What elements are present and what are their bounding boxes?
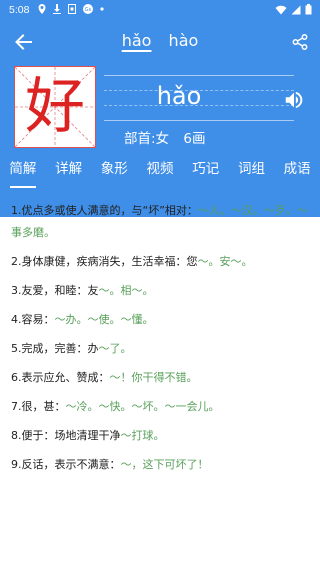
definition-item: 6.表示应允、赞成：～！你干得不错。 <box>11 367 311 389</box>
dot-icon <box>100 7 104 11</box>
pinyin-large: hǎo <box>156 82 202 110</box>
pinyin-switcher: hǎo hào <box>0 31 320 50</box>
definition-examples: ～。安～。 <box>197 255 253 268</box>
download-icon <box>53 4 61 14</box>
vpn-icon: Gs <box>83 4 93 14</box>
radical-label: 部首:女 <box>124 131 170 147</box>
definition-text: 3.友爱，和睦：友 <box>11 284 99 297</box>
pinyin-tab-hao4[interactable]: hào <box>169 31 199 50</box>
definition-text: 8.便于：场地清理干净 <box>11 429 121 442</box>
share-icon[interactable] <box>291 33 309 51</box>
status-icons: Gs <box>37 3 105 15</box>
definition-examples: ～冷。～快。～坏。～一会儿。 <box>65 400 220 413</box>
tab-jianjie[interactable]: 简解 <box>0 154 46 188</box>
battery-icon <box>305 4 312 15</box>
svg-text:Gs: Gs <box>85 7 92 13</box>
section-tabs: 简解 详解 象形 视频 巧记 词组 成语 <box>0 154 320 188</box>
tab-xiangxing[interactable]: 象形 <box>91 154 137 188</box>
tab-chengyu[interactable]: 成语 <box>274 154 320 188</box>
status-bar: 5:08 Gs <box>0 0 320 20</box>
character-header: hǎo hào 好 hǎo 部首:女 6画 简解 详解 象形 视频 巧记 词组 … <box>0 20 320 217</box>
character-glyph: 好 <box>25 72 85 142</box>
tab-qiaoji[interactable]: 巧记 <box>183 154 229 188</box>
tab-cizu[interactable]: 词组 <box>229 154 275 188</box>
definition-examples: ～了。 <box>98 342 132 355</box>
tab-xiangjie[interactable]: 详解 <box>46 154 92 188</box>
sim-icon <box>68 4 76 14</box>
definition-item: 2.身体康健，疾病消失，生活幸福：您～。安～。 <box>11 251 311 273</box>
definition-list: 1.优点多或使人满意的，与“坏”相对：～人。～汉。～歹。～事多磨。 2.身体康健… <box>11 200 311 483</box>
definition-item: 7.很，甚：～冷。～快。～坏。～一会儿。 <box>11 396 311 418</box>
signal-icon <box>291 5 301 14</box>
definition-text: 4.容易： <box>11 313 55 326</box>
definition-examples: ～。相～。 <box>98 284 154 297</box>
character-grid-box: 好 <box>14 66 96 148</box>
status-time: 5:08 <box>9 4 30 16</box>
definition-text: 7.很，甚： <box>11 400 66 413</box>
strokes-label: 6画 <box>183 131 206 147</box>
tab-shipin[interactable]: 视频 <box>137 154 183 188</box>
wifi-icon <box>275 5 287 14</box>
definition-item: 4.容易：～办。～使。～懂。 <box>11 309 311 331</box>
radical-strokes: 部首:女 6画 <box>124 127 215 147</box>
definition-item: 1.优点多或使人满意的，与“坏”相对：～人。～汉。～歹。～事多磨。 <box>11 200 311 244</box>
status-right-icons <box>275 4 312 15</box>
definition-examples: ～打球。 <box>120 429 165 442</box>
speaker-icon[interactable] <box>283 89 305 111</box>
definition-item: 5.完成，完善：办～了。 <box>11 338 311 360</box>
definition-examples: ～办。～使。～懂。 <box>54 313 154 326</box>
definition-item: 3.友爱，和睦：友～。相～。 <box>11 280 311 302</box>
definition-item: 8.便于：场地清理干净～打球。 <box>11 425 311 447</box>
definition-text: 5.完成，完善：办 <box>11 342 99 355</box>
definition-text: 6.表示应允、赞成： <box>11 371 110 384</box>
definition-item: 9.反话，表示不满意：～，这下可坏了！ <box>11 454 311 476</box>
location-icon <box>38 4 46 14</box>
definition-text: 2.身体康健，疾病消失，生活幸福：您 <box>11 255 198 268</box>
definition-examples: ～，这下可坏了！ <box>120 458 209 471</box>
definition-text: 9.反话，表示不满意： <box>11 458 121 471</box>
definition-examples: ～！你干得不错。 <box>109 371 198 384</box>
pinyin-tab-hao3[interactable]: hǎo <box>122 31 152 50</box>
definition-text: 1.优点多或使人满意的，与“坏”相对： <box>11 204 198 217</box>
